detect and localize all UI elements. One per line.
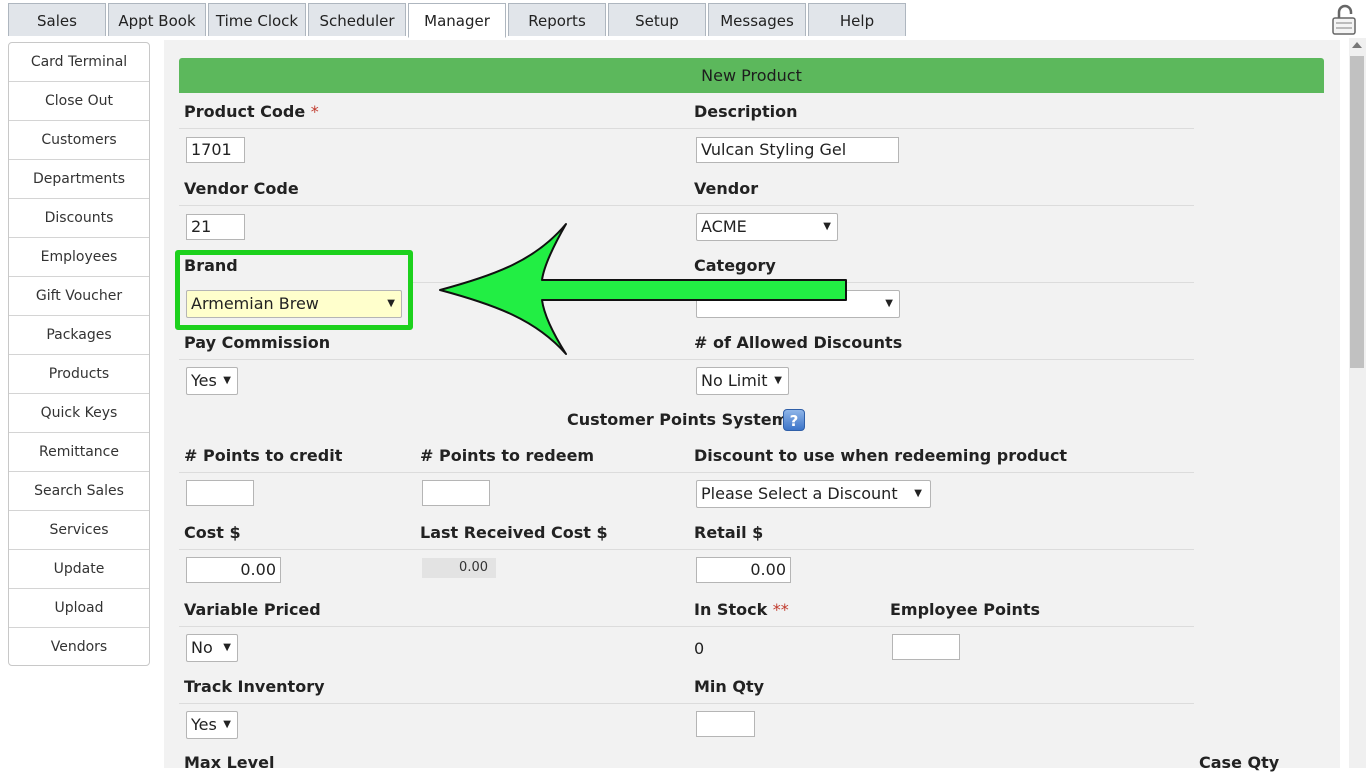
chevron-down-icon: ▼: [223, 375, 231, 386]
tab-messages[interactable]: Messages: [708, 3, 806, 36]
employee-points-input[interactable]: [892, 634, 960, 660]
redeem-discount-select[interactable]: Please Select a Discount ▼: [696, 480, 931, 508]
employee-points-label: Employee Points: [890, 600, 1040, 619]
points-system-title: Customer Points System: [567, 410, 789, 429]
in-stock-value: 0: [694, 639, 705, 658]
allowed-discounts-select-value: No Limit: [701, 371, 768, 390]
row-divider: [179, 703, 1194, 704]
points-redeem-input[interactable]: [422, 480, 490, 506]
in-stock-label: In Stock **: [694, 600, 789, 619]
chevron-down-icon: ▼: [223, 642, 231, 653]
variable-priced-select[interactable]: No ▼: [186, 634, 238, 662]
chevron-down-icon: ▼: [774, 375, 782, 386]
sidebar-item-remittance[interactable]: Remittance: [9, 433, 149, 472]
sidebar-item-packages[interactable]: Packages: [9, 316, 149, 355]
tab-reports[interactable]: Reports: [508, 3, 606, 36]
tab-help[interactable]: Help: [808, 3, 906, 36]
description-label: Description: [694, 102, 798, 121]
scrollbar-thumb[interactable]: [1350, 56, 1364, 368]
cost-input[interactable]: 0.00: [186, 557, 281, 583]
sidebar-item-discounts[interactable]: Discounts: [9, 199, 149, 238]
case-qty-label: Case Qty: [1199, 753, 1280, 772]
sidebar-item-products[interactable]: Products: [9, 355, 149, 394]
brand-highlight-box: [175, 250, 413, 330]
allowed-discounts-select[interactable]: No Limit ▼: [696, 367, 789, 395]
redeem-discount-select-value: Please Select a Discount: [701, 484, 898, 503]
product-code-label: Product Code *: [184, 102, 319, 121]
retail-input[interactable]: 0.00: [696, 557, 791, 583]
scroll-up-icon[interactable]: [1352, 42, 1362, 48]
chevron-down-icon: ▼: [885, 298, 893, 309]
track-inventory-label: Track Inventory: [184, 677, 325, 696]
sidebar-item-search-sales[interactable]: Search Sales: [9, 472, 149, 511]
description-input[interactable]: Vulcan Styling Gel: [696, 137, 899, 163]
row-divider: [179, 205, 1194, 206]
sidebar: Card Terminal Close Out Customers Depart…: [8, 42, 150, 666]
vendor-code-label: Vendor Code: [184, 179, 299, 198]
row-divider: [179, 549, 1194, 550]
redeem-discount-label: Discount to use when redeeming product: [694, 446, 1068, 465]
variable-priced-select-value: No: [191, 638, 213, 657]
chevron-down-icon: ▼: [223, 719, 231, 730]
sidebar-item-gift-voucher[interactable]: Gift Voucher: [9, 277, 149, 316]
sidebar-item-employees[interactable]: Employees: [9, 238, 149, 277]
sidebar-item-quick-keys[interactable]: Quick Keys: [9, 394, 149, 433]
variable-priced-label: Variable Priced: [184, 600, 321, 619]
last-received-cost-value: 0.00: [422, 558, 496, 578]
sidebar-item-vendors[interactable]: Vendors: [9, 628, 149, 667]
points-credit-input[interactable]: [186, 480, 254, 506]
help-icon[interactable]: ?: [783, 409, 805, 431]
tab-time-clock[interactable]: Time Clock: [208, 3, 306, 36]
pay-commission-select-value: Yes: [191, 371, 217, 390]
track-inventory-select[interactable]: Yes ▼: [186, 711, 238, 739]
form-header: New Product: [179, 58, 1324, 93]
row-divider: [179, 626, 1194, 627]
sidebar-item-update[interactable]: Update: [9, 550, 149, 589]
pay-commission-select[interactable]: Yes ▼: [186, 367, 238, 395]
row-divider: [179, 359, 1194, 360]
min-qty-input[interactable]: [696, 711, 755, 737]
top-nav: Sales Appt Book Time Clock Scheduler Man…: [0, 0, 1366, 38]
sidebar-item-upload[interactable]: Upload: [9, 589, 149, 628]
points-credit-label: # Points to credit: [184, 446, 343, 465]
sidebar-item-departments[interactable]: Departments: [9, 160, 149, 199]
vendor-label: Vendor: [694, 179, 759, 198]
product-code-input[interactable]: 1701: [186, 137, 245, 163]
track-inventory-select-value: Yes: [191, 715, 217, 734]
chevron-down-icon: ▼: [914, 488, 922, 499]
row-divider: [179, 472, 1194, 473]
max-level-label: Max Level: [184, 753, 275, 772]
row-divider: [179, 128, 1194, 129]
tab-appt-book[interactable]: Appt Book: [108, 3, 206, 36]
tab-sales[interactable]: Sales: [8, 3, 106, 36]
tab-setup[interactable]: Setup: [608, 3, 706, 36]
cost-label: Cost $: [184, 523, 241, 542]
last-received-cost-label: Last Received Cost $: [420, 523, 608, 542]
annotation-arrow-icon: [439, 223, 847, 355]
pay-commission-label: Pay Commission: [184, 333, 331, 352]
sidebar-item-close-out[interactable]: Close Out: [9, 82, 149, 121]
tab-manager[interactable]: Manager: [408, 3, 506, 38]
tab-scheduler[interactable]: Scheduler: [308, 3, 406, 36]
lock-icon[interactable]: [1330, 4, 1358, 36]
sidebar-item-customers[interactable]: Customers: [9, 121, 149, 160]
points-redeem-label: # Points to redeem: [420, 446, 595, 465]
sidebar-item-card-terminal[interactable]: Card Terminal: [9, 43, 149, 82]
sidebar-item-services[interactable]: Services: [9, 511, 149, 550]
retail-label: Retail $: [694, 523, 764, 542]
vendor-code-input[interactable]: 21: [186, 214, 245, 240]
min-qty-label: Min Qty: [694, 677, 765, 696]
